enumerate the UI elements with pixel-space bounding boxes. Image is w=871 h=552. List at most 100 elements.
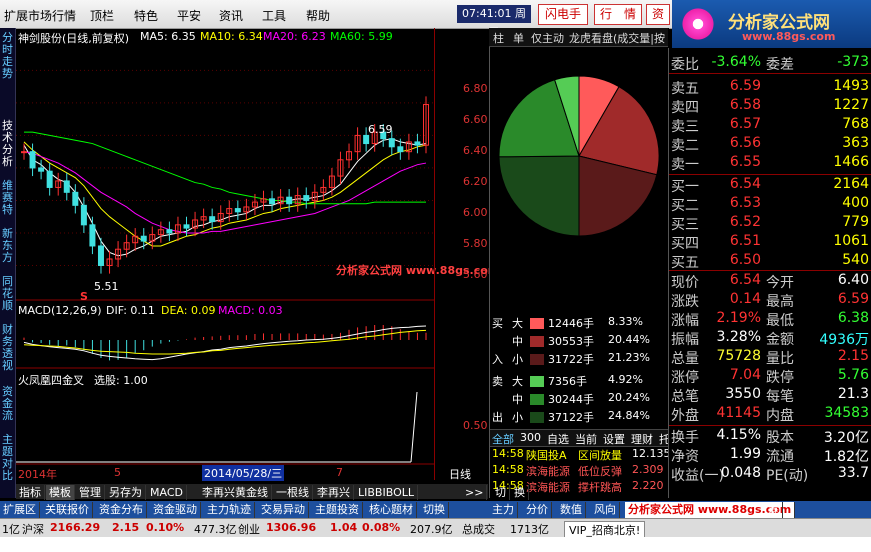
extension-tab[interactable]: 扩展区 <box>0 502 40 518</box>
filter-300[interactable]: 300 <box>520 431 541 444</box>
bid-level-label: 买四 <box>671 236 699 252</box>
menu-item-tools[interactable]: 工具 <box>262 7 286 24</box>
tab-single[interactable]: 单 <box>513 30 524 46</box>
right-panel-tab[interactable]: 主力 <box>489 502 518 518</box>
indicator-tab[interactable]: 切 <box>492 485 510 501</box>
quote-button[interactable]: 行 情 <box>594 4 642 25</box>
vtab-capital-flow[interactable]: 资金流 <box>1 386 14 422</box>
ytick-580: 5.80 <box>463 237 488 250</box>
bid-level-row[interactable]: 买三 6.52 779 <box>669 214 871 233</box>
menu-item-features[interactable]: 特色 <box>134 7 158 24</box>
alert-desc: 撑杆跳高 <box>578 481 622 494</box>
indicator-tab[interactable]: MACD <box>147 485 187 501</box>
alert-desc: 区间放量 <box>578 449 622 462</box>
mid-panel-tabs: 柱 单 仅主动 龙虎看盘(成交量|按 <box>489 28 668 47</box>
price-chart-area[interactable]: 神剑股份(日线,前复权) MA5: 6.35 MA10: 6.34 MA20: … <box>16 28 499 481</box>
right-panel-tab[interactable]: 分价 <box>523 502 552 518</box>
quote-stat-row: 涨跌 0.14 最高 6.59 <box>669 291 871 310</box>
vtab-xindongfang[interactable]: 新东方 <box>1 228 14 264</box>
filter-all[interactable]: 全部 <box>492 431 514 447</box>
extension-tab[interactable]: 交易异动 <box>258 502 309 518</box>
sell-small-label: 小 <box>512 411 523 424</box>
bid-level-row[interactable]: 买二 6.53 400 <box>669 195 871 214</box>
stat-value: 6.54 <box>729 272 761 288</box>
date-axis-year: 2014年 <box>18 468 57 481</box>
extension-tab[interactable]: 主题投资 <box>312 502 363 518</box>
indicator-tab[interactable]: LIBBIBOLL <box>355 485 418 501</box>
ask-level-label: 卖四 <box>671 100 699 116</box>
tab-bar-mode[interactable]: 柱 <box>493 30 504 46</box>
vtab-technical[interactable]: 技术分析 <box>1 120 14 168</box>
daily-period-label[interactable]: 日线 <box>449 466 471 482</box>
order-diff-label: 委差 <box>766 57 794 73</box>
candle-body <box>29 151 36 169</box>
kline-chart[interactable] <box>16 28 488 480</box>
indicator-tab[interactable]: 一根线 <box>273 485 313 501</box>
right-panel-tab[interactable]: 风向 <box>591 502 620 518</box>
indicator-tab[interactable]: >> <box>462 485 488 501</box>
bid-level-row[interactable]: 买五 6.50 540 <box>669 252 871 271</box>
buy-mid-swatch <box>530 336 544 347</box>
flash-trade-button[interactable]: 闪电手 <box>538 4 588 25</box>
ask-volume: 1493 <box>833 78 869 94</box>
extension-tab[interactable]: 核心题材 <box>366 502 417 518</box>
filter-settings[interactable]: 设置 <box>603 431 625 447</box>
bid-volume: 2164 <box>833 176 869 192</box>
status-bar: 1亿 沪深 2166.29 2.15 0.10% 477.3亿 创业 1306.… <box>0 518 871 539</box>
filter-current[interactable]: 当前 <box>575 431 597 447</box>
vtab-topic-compare[interactable]: 主题对比 <box>1 434 14 482</box>
ask-volume: 363 <box>842 135 869 151</box>
stat-value: 34583 <box>824 405 869 421</box>
sell-mid-pct: 20.24% <box>608 391 650 404</box>
vtab-timeshare[interactable]: 分时走势 <box>1 32 14 80</box>
indicator-tab[interactable]: 换 <box>511 485 529 501</box>
menu-item-topbar[interactable]: 顶栏 <box>90 7 114 24</box>
bid-level-label: 买一 <box>671 179 699 195</box>
filter-watchlist[interactable]: 自选 <box>547 431 569 447</box>
indicator-tab[interactable]: 李再兴黄金线 <box>199 485 272 501</box>
candle-body <box>286 196 293 205</box>
logo-url: www.88gs.com <box>742 30 836 43</box>
stat-label: 今开 <box>766 275 794 291</box>
quote-stat-row: 外盘 41145 内盘 34583 <box>669 405 871 424</box>
status-total-label: 总成交 <box>462 523 495 536</box>
ask-level-row[interactable]: 卖五 6.59 1493 <box>669 78 871 97</box>
menu-item-pingan[interactable]: 平安 <box>177 7 201 24</box>
extension-tab[interactable]: 关联报价 <box>42 502 93 518</box>
indicator-tab[interactable]: 指标 <box>16 485 45 501</box>
extension-tab[interactable]: 资金驱动 <box>150 502 201 518</box>
menu-item-news[interactable]: 资讯 <box>219 7 243 24</box>
extension-tab[interactable]: 资金分布 <box>96 502 147 518</box>
stat-value: 4936万 <box>819 332 869 348</box>
ask-level-row[interactable]: 卖四 6.58 1227 <box>669 97 871 116</box>
indicator-tab[interactable]: 管理 <box>76 485 105 501</box>
stat-value: 75728 <box>716 348 761 364</box>
extension-tab[interactable]: 切换 <box>420 502 449 518</box>
vtab-tonghuashun[interactable]: 同花顺 <box>1 276 14 312</box>
bid-level-row[interactable]: 买四 6.51 1061 <box>669 233 871 252</box>
ask-level-row[interactable]: 卖二 6.56 363 <box>669 135 871 154</box>
ask-level-row[interactable]: 卖一 6.55 1466 <box>669 154 871 173</box>
right-panel-tab[interactable]: 数值 <box>557 502 586 518</box>
info-button[interactable]: 资 <box>646 4 670 25</box>
indicator-tab[interactable]: 模板 <box>46 485 75 501</box>
menu-item-extended-market[interactable]: 扩展市场行情 <box>4 7 76 24</box>
buy-small-volume: 31722手 <box>548 353 594 366</box>
status-index-change-sh: 2.15 <box>112 521 140 534</box>
buy-mid-label: 中 <box>512 335 523 348</box>
indicator-tab[interactable]: 另存为 <box>106 485 146 501</box>
tab-dragon-tiger[interactable]: 龙虎看盘(成交量|按 <box>569 30 665 46</box>
tab-active-only[interactable]: 仅主动 <box>531 30 564 46</box>
indicator-tab[interactable]: 李再兴 <box>314 485 354 501</box>
bid-level-row[interactable]: 买一 6.54 2164 <box>669 176 871 195</box>
extension-tab[interactable]: 主力轨迹 <box>204 502 255 518</box>
menu-item-help[interactable]: 帮助 <box>306 7 330 24</box>
candle-body <box>397 146 404 153</box>
stat-label: 涨幅 <box>671 313 699 329</box>
right-panel-tab[interactable]: 筹 <box>765 502 783 518</box>
filter-finance[interactable]: 理财 <box>631 431 653 447</box>
ask-level-row[interactable]: 卖三 6.57 768 <box>669 116 871 135</box>
candle-body <box>414 141 421 146</box>
vtab-weisaite[interactable]: 维赛特 <box>1 180 14 216</box>
vtab-finance[interactable]: 财务透视 <box>1 324 14 372</box>
